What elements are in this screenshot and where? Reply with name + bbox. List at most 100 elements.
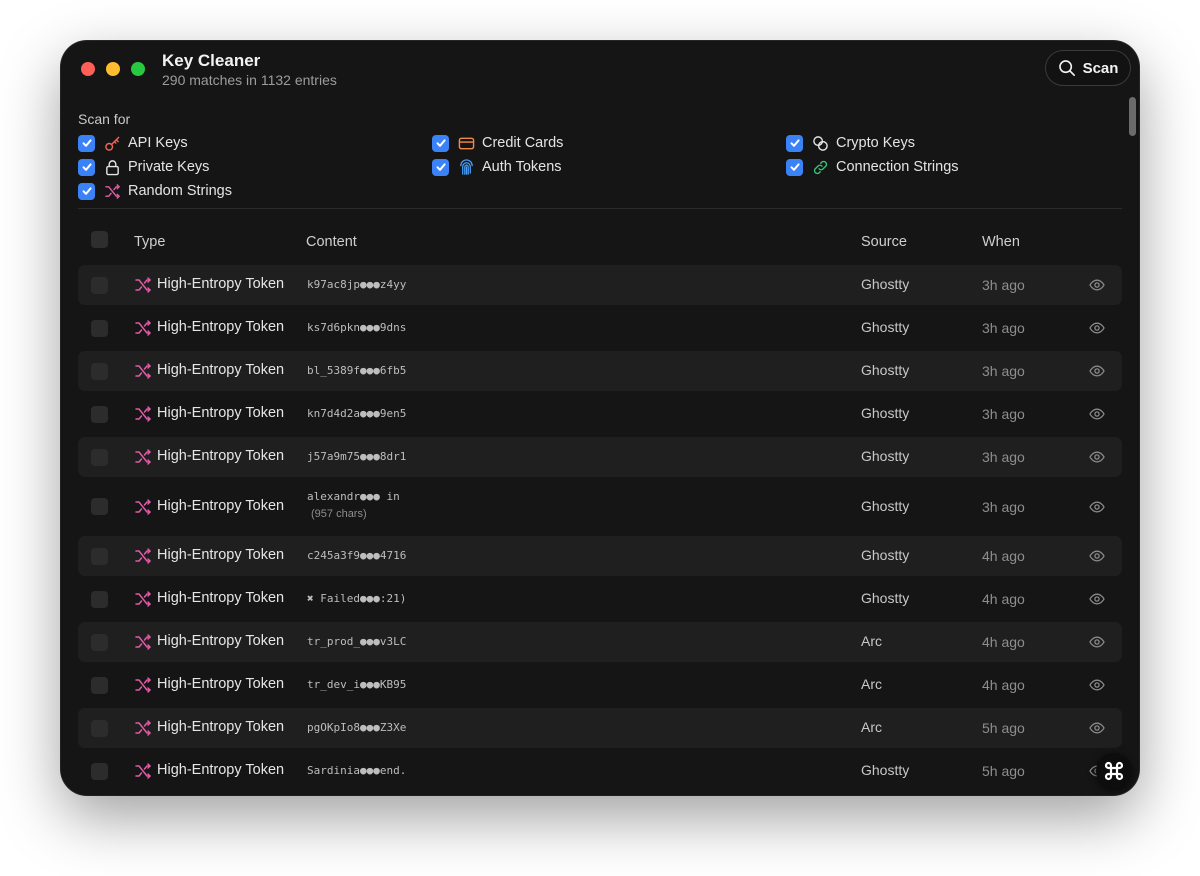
- column-header-source[interactable]: Source: [861, 234, 907, 250]
- row-checkbox[interactable]: [91, 719, 108, 737]
- row-checkbox[interactable]: [91, 448, 108, 466]
- window-close-button[interactable]: [81, 62, 95, 76]
- checkbox-crypto-keys[interactable]: [786, 134, 803, 152]
- row-content: c245a3f9●●●4716: [307, 549, 407, 562]
- checkmark-icon: [436, 139, 446, 147]
- checkbox-api-keys[interactable]: [78, 134, 95, 152]
- option-private-keys[interactable]: Private Keys: [78, 158, 209, 176]
- shuffle-icon: [134, 590, 152, 608]
- command-button[interactable]: [1096, 753, 1132, 789]
- row-source: Ghostty: [861, 762, 910, 778]
- table-row[interactable]: High-Entropy Token c245a3f9●●●4716 Ghostty…: [78, 536, 1122, 576]
- checkmark-icon: [436, 163, 446, 171]
- window-maximize-button[interactable]: [131, 62, 145, 76]
- command-icon: [1104, 761, 1124, 781]
- eye-icon[interactable]: [1089, 449, 1105, 465]
- option-crypto-keys[interactable]: Crypto Keys: [786, 134, 915, 152]
- option-random-strings[interactable]: Random Strings: [78, 182, 232, 200]
- eye-icon[interactable]: [1089, 499, 1105, 515]
- row-checkbox[interactable]: [91, 762, 108, 780]
- row-when: 3h ago: [982, 320, 1025, 336]
- match-summary: 290 matches in 1132 entries: [162, 72, 337, 88]
- row-source: Ghostty: [861, 547, 910, 563]
- checkbox-private-keys[interactable]: [78, 158, 95, 176]
- checkbox-auth-tokens[interactable]: [432, 158, 449, 176]
- scrollbar-thumb[interactable]: [1129, 97, 1136, 136]
- option-auth-tokens[interactable]: Auth Tokens: [432, 158, 562, 176]
- eye-icon[interactable]: [1089, 320, 1105, 336]
- row-source: Ghostty: [861, 405, 910, 421]
- eye-icon[interactable]: [1089, 591, 1105, 607]
- table-row[interactable]: High-Entropy Token alexandr●●● in (957 cha…: [78, 480, 1122, 533]
- app-window: Key Cleaner 290 matches in 1132 entries …: [61, 41, 1139, 795]
- column-header-when[interactable]: When: [982, 234, 1020, 250]
- scan-button[interactable]: Scan: [1045, 50, 1131, 86]
- option-label: Credit Cards: [482, 135, 564, 151]
- row-source: Ghostty: [861, 362, 910, 378]
- shuffle-icon: [134, 448, 152, 466]
- row-when: 3h ago: [982, 406, 1025, 422]
- shuffle-icon: [134, 719, 152, 737]
- eye-icon[interactable]: [1089, 277, 1105, 293]
- checkmark-icon: [790, 163, 800, 171]
- row-source: Ghostty: [861, 448, 910, 464]
- row-checkbox[interactable]: [91, 405, 108, 423]
- select-all-checkbox[interactable]: [91, 231, 108, 248]
- row-checkbox[interactable]: [91, 676, 108, 694]
- search-icon: [1058, 60, 1075, 77]
- eye-icon[interactable]: [1089, 363, 1105, 379]
- row-checkbox[interactable]: [91, 362, 108, 380]
- row-source: Ghostty: [861, 276, 910, 292]
- table-row[interactable]: High-Entropy Token j57a9m75●●●8dr1 Ghostty…: [78, 437, 1122, 477]
- option-label: Connection Strings: [836, 159, 959, 175]
- row-when: 4h ago: [982, 548, 1025, 564]
- table-row[interactable]: High-Entropy Token k97ac8jp●●●z4yy Ghostty…: [78, 265, 1122, 305]
- table-row[interactable]: High-Entropy Token kn7d4d2a●●●9en5 Ghostty…: [78, 394, 1122, 434]
- row-checkbox[interactable]: [91, 590, 108, 608]
- column-header-type[interactable]: Type: [134, 234, 165, 250]
- table-row[interactable]: High-Entropy Token tr_dev_i●●●KB95 Arc 4h a…: [78, 665, 1122, 705]
- row-content: j57a9m75●●●8dr1: [307, 450, 407, 463]
- row-checkbox[interactable]: [91, 547, 108, 565]
- table-row[interactable]: High-Entropy Token ks7d6pkn●●●9dns Ghostty…: [78, 308, 1122, 348]
- row-type: High-Entropy Token: [157, 590, 285, 606]
- row-when: 4h ago: [982, 591, 1025, 607]
- row-checkbox[interactable]: [91, 498, 108, 515]
- row-type: High-Entropy Token: [157, 719, 285, 735]
- eye-icon[interactable]: [1089, 720, 1105, 736]
- row-checkbox[interactable]: [91, 319, 108, 337]
- section-divider: [78, 208, 1122, 209]
- row-content: tr_prod_●●●v3LC: [307, 635, 407, 648]
- row-when: 3h ago: [982, 449, 1025, 465]
- table-row[interactable]: High-Entropy Token tr_prod_●●●v3LC Arc 4h a…: [78, 622, 1122, 662]
- eye-icon[interactable]: [1089, 634, 1105, 650]
- checkbox-credit-cards[interactable]: [432, 134, 449, 152]
- column-header-content[interactable]: Content: [306, 234, 357, 250]
- checkbox-random-strings[interactable]: [78, 182, 95, 200]
- table-row[interactable]: High-Entropy Token bl_5389f●●●6fb5 Ghostty…: [78, 351, 1122, 391]
- row-content: k97ac8jp●●●z4yy: [307, 278, 407, 291]
- option-credit-cards[interactable]: Credit Cards: [432, 134, 563, 152]
- row-checkbox[interactable]: [91, 633, 108, 651]
- shuffle-icon: [103, 182, 121, 200]
- option-api-keys[interactable]: API Keys: [78, 134, 188, 152]
- link-icon: [811, 158, 829, 176]
- option-connection-strings[interactable]: Connection Strings: [786, 158, 959, 176]
- shuffle-icon: [134, 547, 152, 565]
- checkbox-connection-strings[interactable]: [786, 158, 803, 176]
- table-row[interactable]: High-Entropy Token pgOKpIo8●●●Z3Xe Arc 5h a…: [78, 708, 1122, 748]
- crypto-coins-icon: [811, 134, 829, 152]
- row-checkbox[interactable]: [91, 276, 108, 294]
- checkmark-icon: [790, 139, 800, 147]
- row-source: Ghostty: [861, 497, 910, 514]
- option-label: API Keys: [128, 135, 188, 151]
- eye-icon[interactable]: [1089, 677, 1105, 693]
- scan-for-label: Scan for: [78, 111, 131, 127]
- table-row[interactable]: High-Entropy Token ✖ Failed●●●:21) Ghostty…: [78, 579, 1122, 619]
- window-minimize-button[interactable]: [106, 62, 120, 76]
- row-type: High-Entropy Token: [157, 362, 285, 378]
- row-source: Arc: [861, 719, 882, 735]
- eye-icon[interactable]: [1089, 548, 1105, 564]
- eye-icon[interactable]: [1089, 406, 1105, 422]
- table-row[interactable]: High-Entropy Token Sardinia●●●end. Ghostty…: [78, 751, 1122, 791]
